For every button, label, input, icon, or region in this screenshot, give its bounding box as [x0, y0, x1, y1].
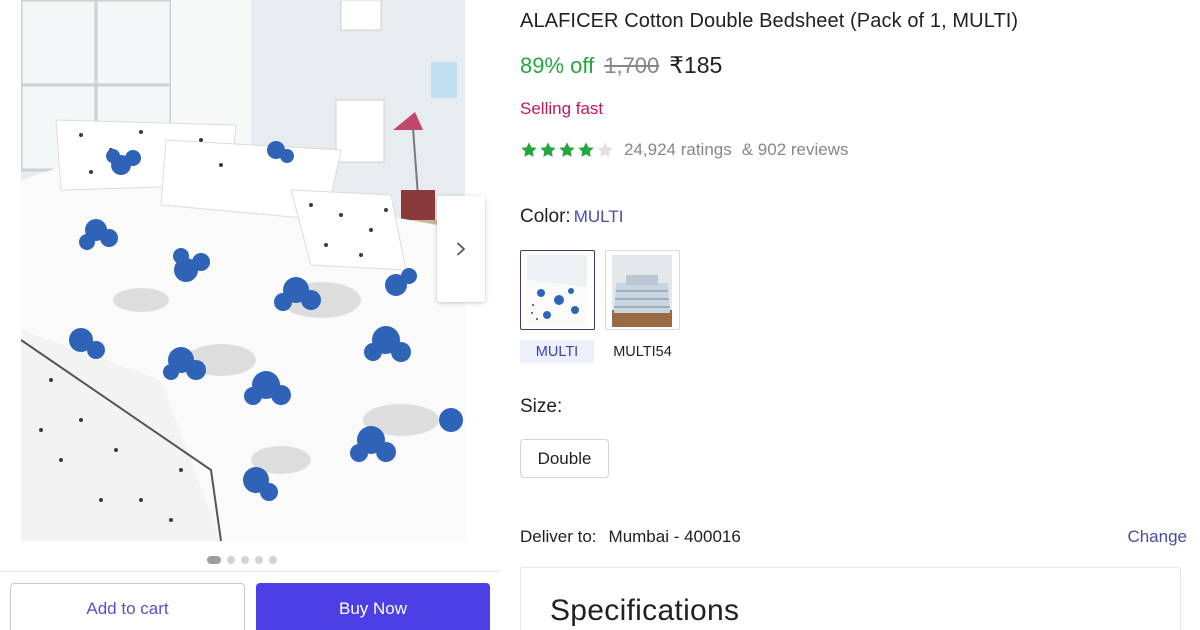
- product-image[interactable]: [21, 0, 465, 541]
- reviews-count: & 902 reviews: [741, 140, 849, 159]
- star-rating: [520, 141, 614, 159]
- chevron-right-icon: [457, 242, 465, 256]
- pagination-dot[interactable]: [255, 556, 263, 564]
- color-label-text: Color:: [520, 206, 571, 227]
- color-option-label[interactable]: MULTI54: [605, 340, 680, 363]
- rating-row[interactable]: 24,924 ratings & 902 reviews: [520, 140, 849, 160]
- size-option-double[interactable]: Double: [520, 439, 609, 478]
- star-filled-icon: [559, 142, 575, 157]
- deliver-to-label: Deliver to:: [520, 527, 597, 546]
- color-selector-label: Color: MULTI: [520, 206, 623, 228]
- buy-now-button[interactable]: Buy Now: [256, 583, 490, 630]
- bedroom-photo: [21, 0, 465, 541]
- swatch-thumbnail-multi: [527, 255, 587, 327]
- ratings-count: 24,924 ratings: [624, 140, 732, 159]
- original-price: 1,700: [604, 53, 660, 78]
- swatch-thumbnail-multi54: [612, 255, 672, 327]
- delivery-row: Deliver to: Mumbai - 400016: [520, 527, 741, 547]
- delivery-location: Mumbai - 400016: [608, 527, 741, 546]
- image-pagination-dots: [207, 556, 277, 564]
- color-swatch-multi54[interactable]: [605, 250, 680, 330]
- star-empty-icon: [597, 142, 613, 157]
- change-location-link[interactable]: Change: [1127, 527, 1187, 547]
- product-title: ALAFICER Cotton Double Bedsheet (Pack of…: [520, 10, 1019, 32]
- pagination-dot[interactable]: [269, 556, 277, 564]
- pagination-dot[interactable]: [227, 556, 235, 564]
- discount-percent: 89% off: [520, 53, 595, 78]
- size-selector-label: Size:: [520, 396, 563, 417]
- color-swatch-multi[interactable]: [520, 250, 595, 330]
- pagination-dot[interactable]: [241, 556, 249, 564]
- selling-price: ₹185: [669, 52, 723, 78]
- selling-fast-badge: Selling fast: [520, 99, 604, 118]
- star-filled-icon: [540, 142, 556, 157]
- product-gallery: Add to cart Buy Now: [0, 0, 500, 630]
- pagination-dot[interactable]: [207, 556, 221, 564]
- specifications-card: Specifications: [520, 567, 1181, 630]
- star-filled-icon: [578, 142, 594, 157]
- price-row: 89% off 1,700 ₹185: [520, 52, 722, 79]
- product-page: Add to cart Buy Now ALAFICER Cotton Doub…: [0, 0, 1200, 630]
- color-option-label[interactable]: MULTI: [520, 340, 594, 363]
- purchase-action-bar: Add to cart Buy Now: [0, 571, 500, 630]
- specifications-title: Specifications: [550, 594, 740, 627]
- product-details: ALAFICER Cotton Double Bedsheet (Pack of…: [520, 0, 1200, 630]
- selected-color-value: MULTI: [573, 207, 624, 226]
- next-image-button[interactable]: [437, 196, 485, 302]
- add-to-cart-button[interactable]: Add to cart: [10, 583, 245, 630]
- star-filled-icon: [521, 142, 537, 157]
